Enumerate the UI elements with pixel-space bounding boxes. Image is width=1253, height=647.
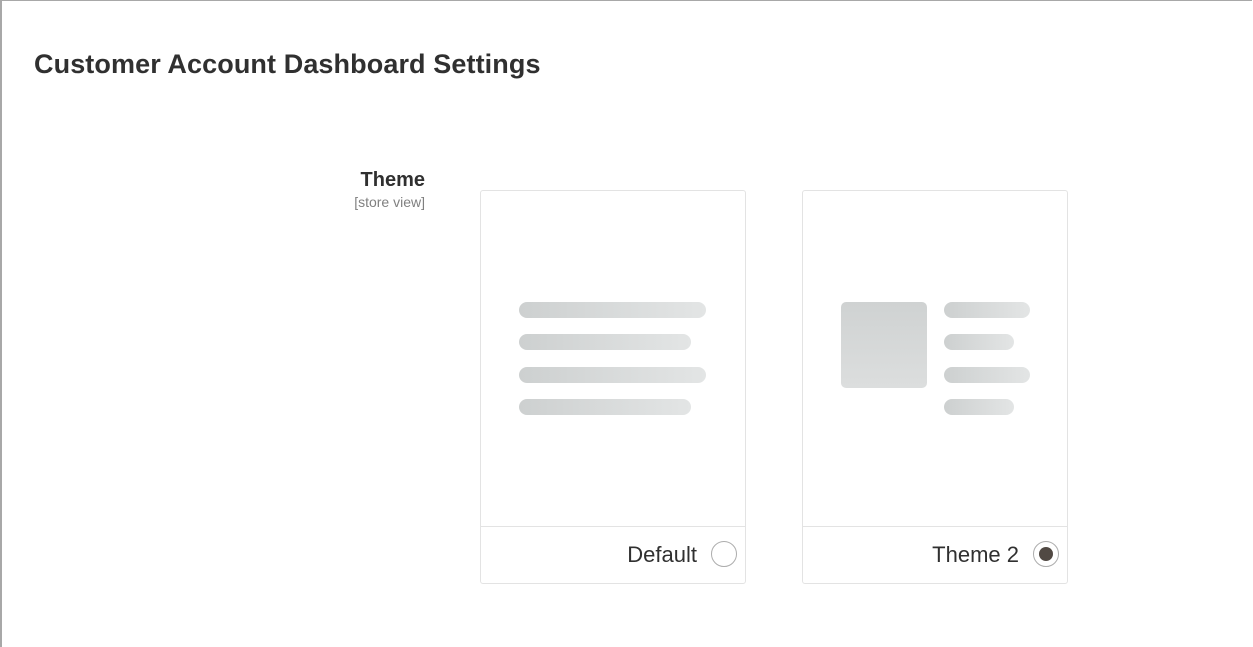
- theme-field-label: Theme [store view]: [252, 167, 425, 211]
- preview-line: [519, 399, 691, 415]
- radio-checked-dot: [1039, 547, 1053, 561]
- theme-preview-default: [481, 191, 745, 527]
- radio-default[interactable]: [711, 541, 737, 567]
- section-title: Customer Account Dashboard Settings: [34, 49, 541, 79]
- scope-label: [store view]: [354, 194, 425, 210]
- preview-line: [944, 334, 1014, 350]
- theme-option-theme-2[interactable]: Theme 2: [802, 190, 1068, 584]
- option-label-theme-2: Theme 2: [932, 542, 1019, 567]
- preview-image-placeholder: [841, 302, 927, 388]
- preview-line: [944, 367, 1030, 383]
- settings-panel: Customer Account Dashboard Settings Them…: [0, 0, 1252, 647]
- theme-preview-theme-2: [803, 191, 1067, 527]
- option-label-default: Default: [627, 542, 697, 567]
- theme-option-default[interactable]: Default: [480, 190, 746, 584]
- preview-line: [519, 367, 706, 383]
- preview-line: [519, 302, 706, 318]
- preview-line: [944, 302, 1030, 318]
- radio-theme-2[interactable]: [1033, 541, 1059, 567]
- theme-label: Theme: [360, 169, 425, 191]
- theme-option-footer: Default: [481, 527, 745, 583]
- preview-line: [944, 399, 1014, 415]
- preview-line: [519, 334, 691, 350]
- theme-option-footer: Theme 2: [803, 527, 1067, 583]
